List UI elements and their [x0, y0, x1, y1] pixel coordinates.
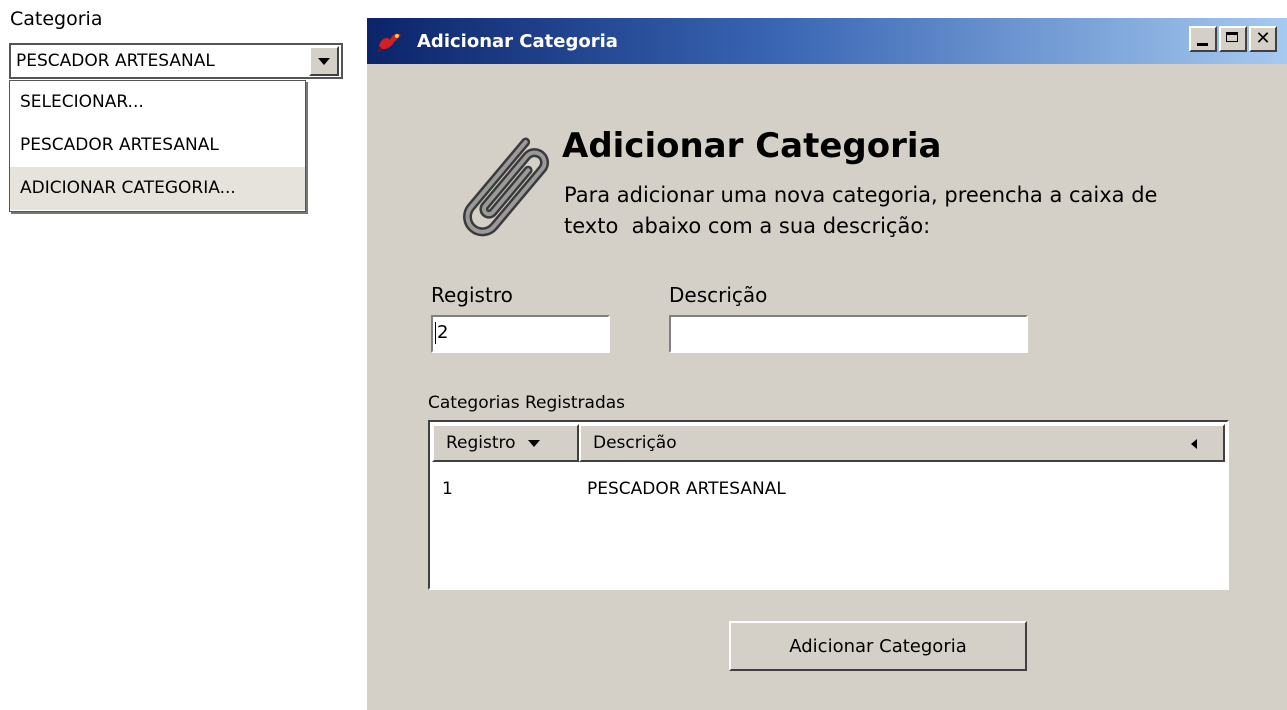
scroll-left-icon	[1191, 439, 1197, 449]
descricao-label: Descrição	[669, 283, 768, 307]
option-adicionar-categoria[interactable]: ADICIONAR CATEGORIA...	[10, 167, 305, 210]
column-header-descricao[interactable]: Descrição	[579, 424, 1225, 462]
minimize-button[interactable]	[1189, 26, 1217, 52]
categoria-combobox[interactable]: PESCADOR ARTESANAL	[9, 43, 343, 79]
close-button[interactable]: ✕	[1249, 26, 1277, 52]
table-row[interactable]: 1 PESCADOR ARTESANAL	[432, 474, 1225, 504]
categorias-registradas-caption: Categorias Registradas	[428, 393, 626, 413]
dialog-heading: Adicionar Categoria	[562, 126, 942, 166]
option-pescador-artesanal[interactable]: PESCADOR ARTESANAL	[10, 124, 305, 167]
table-header: Registro Descrição	[432, 424, 1225, 462]
registro-field[interactable]: 2	[431, 315, 610, 353]
categoria-selected-value: PESCADOR ARTESANAL	[16, 51, 215, 71]
registro-label: Registro	[431, 283, 513, 307]
categoria-label: Categoria	[10, 8, 103, 30]
instruction-line-1: Para adicionar uma nova categoria, preen…	[564, 183, 1158, 207]
sort-desc-icon	[527, 439, 540, 447]
paperclip-icon	[463, 137, 549, 237]
adicionar-categoria-dialog: Adicionar Categoria ✕ Adicionar Categori…	[367, 18, 1287, 710]
option-selecionar[interactable]: SELECIONAR...	[10, 81, 305, 124]
descricao-field[interactable]	[669, 315, 1028, 353]
instruction-text: Para adicionar uma nova categoria, preen…	[564, 180, 1264, 242]
title-bar[interactable]: Adicionar Categoria ✕	[367, 18, 1287, 64]
categoria-dropdown-list: SELECIONAR... PESCADOR ARTESANAL ADICION…	[9, 80, 306, 212]
maximize-button[interactable]	[1219, 26, 1247, 52]
dropdown-button[interactable]	[309, 46, 339, 76]
text-caret	[435, 322, 436, 344]
registro-value: 2	[437, 322, 449, 343]
app-icon	[377, 33, 401, 52]
chevron-down-icon	[318, 57, 330, 65]
close-icon: ✕	[1255, 28, 1271, 49]
column-header-label: Descrição	[593, 433, 677, 453]
instruction-line-2: texto abaixo com a sua descrição:	[564, 214, 931, 238]
window-controls: ✕	[1189, 26, 1277, 52]
row-descricao-cell: PESCADOR ARTESANAL	[587, 479, 786, 499]
column-header-label: Registro	[446, 433, 516, 453]
adicionar-categoria-button[interactable]: Adicionar Categoria	[729, 621, 1027, 671]
row-registro-cell: 1	[442, 479, 453, 499]
categorias-table[interactable]: Registro Descrição 1 PESCADOR ARTESANAL	[428, 420, 1229, 590]
window-title: Adicionar Categoria	[417, 30, 618, 52]
column-header-registro[interactable]: Registro	[432, 424, 579, 462]
